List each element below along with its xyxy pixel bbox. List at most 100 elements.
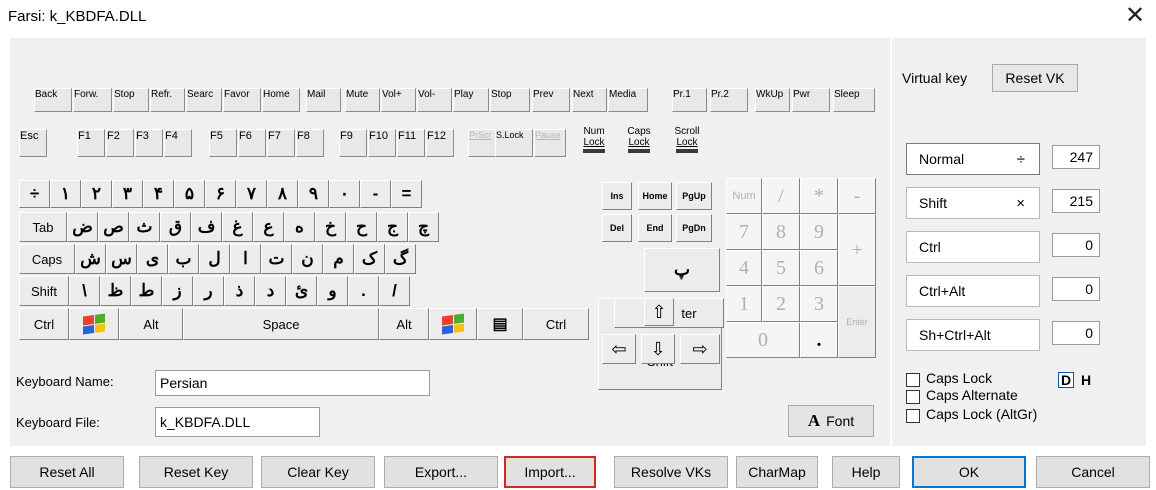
function-key-7[interactable]: F7 [267, 129, 295, 157]
key-row1-3[interactable]: ۳ [112, 180, 143, 208]
numpad-plus-key[interactable]: + [838, 214, 876, 286]
function-key-13[interactable]: PrScr [468, 129, 496, 157]
media-key-14[interactable]: Next [572, 88, 607, 112]
media-key-2[interactable]: Stop [113, 88, 149, 112]
state-value-4[interactable]: 0 [1052, 321, 1100, 345]
key-row4-9[interactable]: . [348, 276, 379, 306]
close-icon[interactable]: ✕ [1120, 2, 1150, 32]
media-key-5[interactable]: Favor [223, 88, 261, 112]
arrow-down-key[interactable]: ⇩ [641, 334, 675, 364]
key-row4-5[interactable]: ذ [224, 276, 255, 306]
numpad-6-key[interactable]: 6 [800, 250, 838, 286]
key-row3-1[interactable]: س [106, 244, 137, 274]
key-row3-5[interactable]: ا [230, 244, 261, 274]
function-key-15[interactable]: Pause [534, 129, 566, 157]
numpad-num-key[interactable]: Num [726, 178, 762, 214]
checkbox-1[interactable] [906, 390, 920, 404]
key-row1-5[interactable]: ۵ [174, 180, 205, 208]
del-key[interactable]: Del [602, 214, 632, 242]
key-row4-10[interactable]: / [379, 276, 410, 306]
ctrl-right-key[interactable]: Ctrl [523, 308, 589, 340]
key-row2-6[interactable]: ع [253, 212, 284, 242]
numpad-3-key[interactable]: 3 [800, 286, 838, 322]
state-value-3[interactable]: 0 [1052, 277, 1100, 301]
key-row2-5[interactable]: غ [222, 212, 253, 242]
key-row4-8[interactable]: و [317, 276, 348, 306]
h-toggle[interactable]: H [1078, 372, 1094, 388]
key-row1-9[interactable]: ۹ [298, 180, 329, 208]
key-row4-6[interactable]: د [255, 276, 286, 306]
numpad-enter-key[interactable]: Enter [838, 286, 876, 358]
key-row3-10[interactable]: گ [385, 244, 416, 274]
function-key-0[interactable]: Esc [19, 129, 47, 157]
state-value-2[interactable]: 0 [1052, 233, 1100, 257]
media-key-8[interactable]: Mute [345, 88, 380, 112]
media-key-12[interactable]: Stop [490, 88, 530, 112]
media-key-17[interactable]: Pr.2 [710, 88, 748, 112]
numpad-1-key[interactable]: 1 [726, 286, 762, 322]
key-row4-4[interactable]: ر [193, 276, 224, 306]
media-key-13[interactable]: Prev [532, 88, 570, 112]
key-row1-12[interactable]: = [391, 180, 422, 208]
home-key[interactable]: Home [638, 182, 672, 210]
function-key-8[interactable]: F8 [296, 129, 324, 157]
import-button[interactable]: Import... [504, 456, 596, 488]
key-row2-11[interactable]: چ [408, 212, 439, 242]
key-row2-3[interactable]: ق [160, 212, 191, 242]
end-key[interactable]: End [638, 214, 672, 242]
ins-key[interactable]: Ins [602, 182, 632, 210]
media-key-18[interactable]: WkUp [755, 88, 790, 112]
function-key-5[interactable]: F5 [209, 129, 237, 157]
d-toggle[interactable]: D [1058, 372, 1074, 388]
shift-key[interactable]: Shift [19, 276, 69, 306]
function-key-6[interactable]: F6 [238, 129, 266, 157]
alt-left-key[interactable]: Alt [119, 308, 183, 340]
key-row3-0[interactable]: ش [75, 244, 106, 274]
key-row1-8[interactable]: ۸ [267, 180, 298, 208]
key-row4-3[interactable]: ز [162, 276, 193, 306]
key-row2-10[interactable]: ج [377, 212, 408, 242]
key-row3-2[interactable]: ی [137, 244, 168, 274]
media-key-6[interactable]: Home [262, 88, 300, 112]
key-row4-7[interactable]: ئ [286, 276, 317, 306]
key-row3-6[interactable]: ت [261, 244, 292, 274]
state-value-0[interactable]: 247 [1052, 145, 1100, 169]
function-key-10[interactable]: F10 [368, 129, 396, 157]
key-row2-8[interactable]: خ [315, 212, 346, 242]
media-key-19[interactable]: Pwr [792, 88, 830, 112]
numpad-5-key[interactable]: 5 [762, 250, 800, 286]
state-button-2[interactable]: Ctrl [906, 231, 1040, 263]
function-key-2[interactable]: F2 [106, 129, 134, 157]
key-row1-2[interactable]: ۲ [81, 180, 112, 208]
numpad-7-key[interactable]: 7 [726, 214, 762, 250]
numpad-4-key[interactable]: 4 [726, 250, 762, 286]
key-row3-7[interactable]: ن [292, 244, 323, 274]
media-key-20[interactable]: Sleep [833, 88, 875, 112]
state-button-1[interactable]: Shift × [906, 187, 1040, 219]
numpad-9-key[interactable]: 9 [800, 214, 838, 250]
reset-key-button[interactable]: Reset Key [139, 456, 253, 488]
media-key-7[interactable]: Mail [306, 88, 341, 112]
checkbox-2[interactable] [906, 409, 920, 423]
enter-key[interactable]: پ [644, 248, 720, 292]
reset-vk-button[interactable]: Reset VK [992, 64, 1078, 92]
help-button[interactable]: Help [832, 456, 900, 488]
media-key-15[interactable]: Media [608, 88, 648, 112]
keyboard-name-field[interactable]: Persian [155, 370, 430, 396]
cancel-button[interactable]: Cancel [1036, 456, 1150, 488]
numpad-mul-key[interactable]: * [800, 178, 838, 214]
key-row3-3[interactable]: ب [168, 244, 199, 274]
key-row4-0[interactable]: \ [69, 276, 100, 306]
media-key-16[interactable]: Pr.1 [672, 88, 707, 112]
key-row3-4[interactable]: ل [199, 244, 230, 274]
key-row2-2[interactable]: ث [129, 212, 160, 242]
numpad-0-key[interactable]: 0 [726, 322, 800, 358]
media-key-10[interactable]: Vol- [417, 88, 452, 112]
pgdn-key[interactable]: PgDn [676, 214, 712, 242]
checkbox-0[interactable] [906, 373, 920, 387]
function-key-4[interactable]: F4 [164, 129, 192, 157]
alt-right-key[interactable]: Alt [379, 308, 429, 340]
arrow-left-key[interactable]: ⇦ [602, 334, 636, 364]
key-row2-0[interactable]: ض [67, 212, 98, 242]
windows-right-key[interactable] [429, 308, 477, 340]
